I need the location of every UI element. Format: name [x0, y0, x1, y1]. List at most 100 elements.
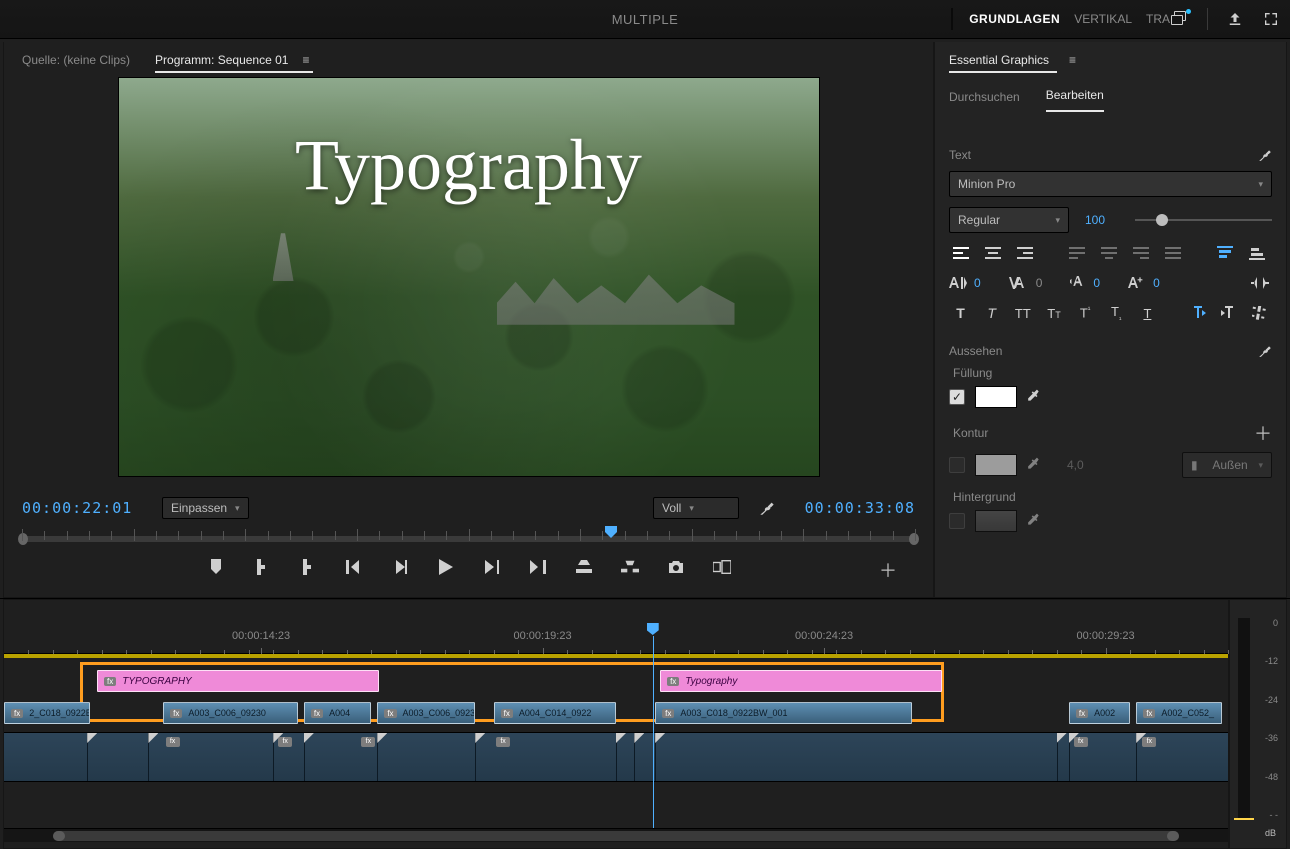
video-clip[interactable]: fxA003_C018_0922BW_001 — [655, 702, 912, 724]
eyedropper-icon[interactable] — [1027, 457, 1043, 473]
text-options-icon[interactable] — [1249, 302, 1272, 324]
program-panel-tabs: Quelle: (keine Clips) Programm: Sequence… — [4, 42, 933, 78]
justify-last-left-icon[interactable] — [1065, 242, 1089, 264]
lift-icon[interactable] — [575, 558, 593, 576]
font-style-dropdown[interactable]: Regular▾ — [949, 207, 1069, 233]
faux-italic-icon[interactable]: T — [980, 302, 1003, 324]
eg-browse-tab[interactable]: Durchsuchen — [949, 90, 1020, 112]
program-canvas[interactable]: Typography — [119, 78, 819, 476]
underline-icon[interactable]: T — [1136, 302, 1159, 324]
program-viewer[interactable]: Typography — [4, 78, 933, 491]
vertical-align-top-icon[interactable] — [1213, 242, 1237, 264]
font-family-dropdown[interactable]: Minion Pro▾ — [949, 171, 1272, 197]
workspace-tra[interactable]: TRA — [1146, 12, 1170, 26]
workspace-grundlagen[interactable]: GRUNDLAGEN — [969, 12, 1060, 26]
video-clip[interactable]: fxA003_C006_09230 — [163, 702, 298, 724]
fullscreen-icon[interactable] — [1262, 10, 1280, 28]
kerning-control[interactable]: 0 — [1009, 272, 1043, 294]
timeline-scrollbar[interactable] — [4, 828, 1228, 842]
justify-last-center-icon[interactable] — [1097, 242, 1121, 264]
justify-last-right-icon[interactable] — [1129, 242, 1153, 264]
stroke-position-dropdown[interactable]: ▮Außen▾ — [1182, 452, 1272, 478]
background-label: Hintergrund — [953, 490, 1272, 504]
align-center-icon[interactable] — [981, 242, 1005, 264]
current-timecode[interactable]: 00:00:22:01 — [22, 499, 142, 517]
video-clip[interactable]: fx2_C018_0922BW — [4, 702, 90, 724]
playhead-handle[interactable] — [604, 525, 618, 539]
goto-out-icon[interactable] — [529, 558, 547, 576]
video-clip[interactable]: fxA003_C006_09230 — [377, 702, 475, 724]
subscript-icon[interactable]: T₁ — [1105, 302, 1128, 324]
resolution-dropdown[interactable]: Voll▾ — [653, 497, 739, 519]
vertical-align-bottom-icon[interactable] — [1245, 242, 1269, 264]
separator — [1207, 8, 1208, 30]
timeline-playhead[interactable] — [653, 636, 654, 838]
tsume-icon[interactable] — [1248, 272, 1272, 294]
mark-in-icon[interactable] — [253, 558, 271, 576]
program-tab[interactable]: Programm: Sequence 01 ≡ — [155, 53, 309, 67]
eyedropper-icon[interactable] — [1027, 389, 1043, 405]
extract-icon[interactable] — [621, 558, 639, 576]
track-v2[interactable]: fxTYPOGRAPHY fxTypography — [4, 670, 1228, 696]
video-clip[interactable]: fxA002 — [1069, 702, 1130, 724]
share-icon[interactable] — [1226, 10, 1244, 28]
zoom-fit-dropdown[interactable]: Einpassen▾ — [162, 497, 249, 519]
settings-wrench-icon[interactable] — [1258, 344, 1272, 358]
audio-fx-badge: fx — [496, 737, 510, 747]
background-checkbox[interactable] — [949, 513, 965, 529]
align-left-icon[interactable] — [949, 242, 973, 264]
mark-out-icon[interactable] — [299, 558, 317, 576]
video-clip[interactable]: fxA002_C052_ — [1136, 702, 1222, 724]
track-a1[interactable]: fxfxfxfxfxfx — [4, 732, 1228, 782]
step-forward-icon[interactable] — [483, 558, 501, 576]
faux-bold-icon[interactable]: T — [949, 302, 972, 324]
tracking-control[interactable]: 0 — [949, 272, 981, 294]
timeline-panel[interactable]: 00:00:14:2300:00:19:2300:00:24:2300:00:2… — [3, 599, 1229, 849]
timeline-ruler[interactable]: 00:00:14:2300:00:19:2300:00:24:2300:00:2… — [4, 626, 1228, 654]
stroke-checkbox[interactable] — [949, 457, 965, 473]
audio-fx-badge: fx — [1142, 737, 1156, 747]
eg-panel-tabs: Essential Graphics ≡ — [935, 42, 1286, 78]
export-frame-icon[interactable] — [667, 558, 685, 576]
program-scrubber[interactable] — [22, 527, 915, 547]
comparison-view-icon[interactable] — [713, 558, 731, 576]
fill-checkbox[interactable]: ✓ — [949, 389, 965, 405]
justify-all-icon[interactable] — [1161, 242, 1185, 264]
baseline-shift-control[interactable]: 0 — [1128, 272, 1160, 294]
graphic-clip[interactable]: fxTypography — [660, 670, 942, 692]
stroke-swatch[interactable] — [975, 454, 1017, 476]
fill-swatch[interactable] — [975, 386, 1017, 408]
eyedropper-icon[interactable] — [1027, 513, 1043, 529]
eg-edit-tab[interactable]: Bearbeiten — [1046, 88, 1104, 112]
panel-menu-icon[interactable]: ≡ — [1069, 53, 1076, 67]
goto-in-icon[interactable] — [345, 558, 363, 576]
add-marker-icon[interactable] — [207, 558, 225, 576]
button-editor-add-icon[interactable]: ＋ — [879, 557, 897, 583]
essential-graphics-tab[interactable]: Essential Graphics — [949, 53, 1049, 67]
video-clip[interactable]: fxA004 — [304, 702, 371, 724]
superscript-icon[interactable]: T¹ — [1074, 302, 1097, 324]
ltr-text-icon[interactable] — [1187, 302, 1210, 324]
step-back-icon[interactable] — [391, 558, 409, 576]
leading-control[interactable]: 0 — [1070, 272, 1100, 294]
small-caps-icon[interactable]: TT — [1042, 302, 1065, 324]
play-icon[interactable] — [437, 558, 455, 576]
workspace-vertikal[interactable]: VERTIKAL — [1074, 12, 1132, 26]
work-area-bar[interactable] — [4, 654, 1228, 658]
rtl-text-icon[interactable] — [1218, 302, 1241, 324]
panel-menu-icon[interactable]: ≡ — [302, 53, 309, 67]
settings-wrench-icon[interactable] — [759, 500, 775, 516]
align-right-icon[interactable] — [1013, 242, 1037, 264]
settings-wrench-icon[interactable] — [1258, 148, 1272, 162]
add-stroke-icon[interactable]: ＋ — [1254, 420, 1272, 446]
font-size-slider[interactable] — [1135, 212, 1272, 228]
workspace-switcher-icon[interactable] — [1171, 10, 1189, 28]
font-size-value[interactable]: 100 — [1085, 213, 1125, 227]
graphic-clip[interactable]: fxTYPOGRAPHY — [97, 670, 379, 692]
track-v1[interactable]: fx2_C018_0922BW fxA003_C006_09230 fxA004 fx… — [4, 702, 1228, 728]
stroke-width-value[interactable]: 4,0 — [1067, 458, 1084, 472]
video-clip[interactable]: fxA004_C014_0922 — [494, 702, 616, 724]
source-tab[interactable]: Quelle: (keine Clips) — [22, 50, 130, 70]
background-swatch[interactable] — [975, 510, 1017, 532]
all-caps-icon[interactable]: TT — [1011, 302, 1034, 324]
